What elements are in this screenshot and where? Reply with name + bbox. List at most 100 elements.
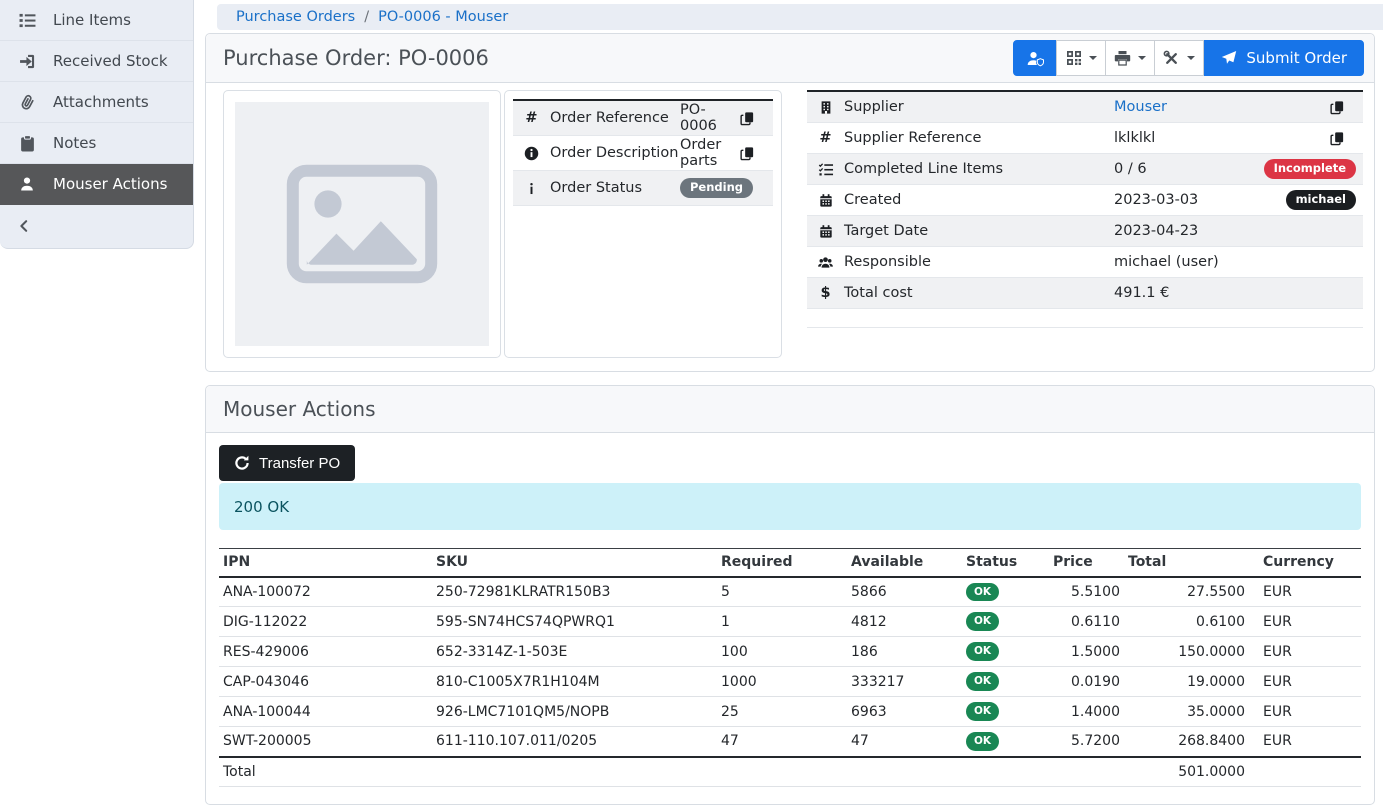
- copy-icon[interactable]: [1319, 131, 1356, 146]
- cell-required: 25: [717, 697, 847, 727]
- print-actions-button[interactable]: [1105, 40, 1155, 76]
- detail-label: Completed Line Items: [844, 161, 1114, 177]
- cell-price: 0.6110: [1049, 607, 1124, 637]
- qrcode-icon: [1066, 50, 1082, 66]
- detail-row-order-reference: # Order Reference PO-0006: [513, 101, 773, 136]
- cell-ipn: ANA-100044: [219, 697, 432, 727]
- supplier-link[interactable]: Mouser: [1114, 99, 1167, 115]
- user-icon: [16, 176, 38, 192]
- column-header-price: Price: [1049, 549, 1124, 577]
- building-icon: [807, 100, 844, 115]
- barcode-actions-button[interactable]: [1056, 40, 1106, 76]
- cell-price: 0.0190: [1049, 667, 1124, 697]
- chevron-down-icon: [1187, 56, 1195, 60]
- table-total-row: Total 501.0000: [219, 757, 1361, 787]
- cell-sku: 611-110.107.011/0205: [432, 727, 717, 757]
- status-alert-text: 200 OK: [234, 498, 289, 516]
- user-badge-michael: michael: [1286, 190, 1356, 210]
- cell-sku: 926-LMC7101QM5/NOPB: [432, 697, 717, 727]
- user-shield-icon: [1026, 50, 1045, 67]
- cell-total: 150.0000: [1124, 637, 1249, 667]
- detail-row-order-description: Order Description Order parts: [513, 136, 773, 171]
- cell-required: 47: [717, 727, 847, 757]
- cell-price: 5.7200: [1049, 727, 1124, 757]
- cell-required: 1000: [717, 667, 847, 697]
- sidebar-item-attachments[interactable]: Attachments: [0, 82, 193, 123]
- page-title: Purchase Order: PO-0006: [223, 46, 489, 70]
- detail-label: Supplier: [844, 99, 1114, 115]
- table-row: CAP-043046 810-C1005X7R1H104M 1000 33321…: [219, 667, 1361, 697]
- cell-currency: EUR: [1249, 697, 1361, 727]
- breadcrumb-link-purchase-orders[interactable]: Purchase Orders: [236, 9, 355, 25]
- purchase-order-card-header: Purchase Order: PO-0006: [206, 34, 1374, 83]
- submit-order-button[interactable]: Submit Order: [1204, 40, 1364, 76]
- total-label: Total: [219, 757, 432, 787]
- breadcrumb-link-current-order[interactable]: PO-0006 - Mouser: [378, 9, 508, 25]
- detail-label: Order Reference: [550, 110, 680, 126]
- clipboard-icon: [16, 135, 38, 152]
- copy-icon[interactable]: [729, 146, 766, 161]
- detail-row-order-status: Order Status Pending: [513, 171, 773, 206]
- table-row: SWT-200005 611-110.107.011/0205 47 47 OK…: [219, 727, 1361, 757]
- order-tools-button[interactable]: [1154, 40, 1204, 76]
- sidebar-collapse-button[interactable]: [0, 205, 193, 246]
- info-icon: [513, 181, 550, 196]
- sidebar: Line Items Received Stock Attachments No…: [0, 0, 194, 249]
- status-badge-ok: OK: [966, 732, 999, 751]
- cell-currency: EUR: [1249, 727, 1361, 757]
- column-header-currency: Currency: [1249, 549, 1361, 577]
- cell-total: 0.6100: [1124, 607, 1249, 637]
- copy-icon[interactable]: [729, 111, 766, 126]
- cell-ipn: RES-429006: [219, 637, 432, 667]
- sidebar-item-notes[interactable]: Notes: [0, 123, 193, 164]
- detail-row-created: Created 2023-03-03 michael: [807, 185, 1363, 216]
- detail-row-target-date: Target Date 2023-04-23: [807, 216, 1363, 247]
- supplier-details-table: Supplier Mouser # Supplier Reference lkl…: [807, 90, 1363, 328]
- detail-row-total-cost: $ Total cost 491.1 €: [807, 278, 1363, 309]
- admin-button[interactable]: [1013, 40, 1057, 76]
- hash-icon: #: [807, 130, 844, 146]
- sidebar-item-line-items[interactable]: Line Items: [0, 0, 193, 41]
- copy-icon[interactable]: [1319, 100, 1356, 115]
- cell-price: 5.5100: [1049, 577, 1124, 607]
- cell-total: 27.5500: [1124, 577, 1249, 607]
- order-image-placeholder[interactable]: [235, 102, 489, 346]
- tools-icon: [1163, 50, 1180, 67]
- detail-value: 2023-04-23: [1114, 223, 1363, 239]
- transfer-po-label: Transfer PO: [259, 455, 340, 472]
- status-badge-ok: OK: [966, 612, 999, 631]
- cell-ipn: SWT-200005: [219, 727, 432, 757]
- table-header-row: IPN SKU Required Available Status Price …: [219, 549, 1361, 577]
- cell-required: 100: [717, 637, 847, 667]
- column-header-available: Available: [847, 549, 962, 577]
- total-value: 501.0000: [1124, 757, 1249, 787]
- column-header-total: Total: [1124, 549, 1249, 577]
- detail-value: Order parts: [680, 137, 729, 169]
- cell-required: 1: [717, 607, 847, 637]
- detail-row-responsible: Responsible michael (user): [807, 247, 1363, 278]
- cell-currency: EUR: [1249, 667, 1361, 697]
- calendar-icon: [807, 224, 844, 239]
- column-header-ipn: IPN: [219, 549, 432, 577]
- cell-sku: 652-3314Z-1-503E: [432, 637, 717, 667]
- detail-label: Order Description: [550, 145, 680, 161]
- detail-row-completed-line-items: Completed Line Items 0 / 6 Incomplete: [807, 154, 1363, 185]
- sidebar-item-received-stock[interactable]: Received Stock: [0, 41, 193, 82]
- status-badge-ok: OK: [966, 583, 999, 602]
- image-icon: [286, 163, 438, 285]
- detail-value: lklklkl: [1114, 130, 1319, 146]
- sidebar-item-mouser-actions[interactable]: Mouser Actions: [0, 164, 193, 205]
- status-badge-ok: OK: [966, 702, 999, 721]
- submit-order-label: Submit Order: [1246, 49, 1347, 67]
- column-header-status: Status: [962, 549, 1049, 577]
- table-row: RES-429006 652-3314Z-1-503E 100 186 OK 1…: [219, 637, 1361, 667]
- status-badge-ok: OK: [966, 672, 999, 691]
- detail-label: Order Status: [550, 180, 680, 196]
- mouser-actions-panel: Mouser Actions Transfer PO 200 OK IPN SK…: [205, 385, 1375, 805]
- cell-total: 19.0000: [1124, 667, 1249, 697]
- cell-price: 1.5000: [1049, 637, 1124, 667]
- cell-sku: 250-72981KLRATR150B3: [432, 577, 717, 607]
- detail-row-supplier-reference: # Supplier Reference lklklkl: [807, 123, 1363, 154]
- transfer-po-button[interactable]: Transfer PO: [219, 445, 355, 481]
- status-alert: 200 OK: [219, 483, 1361, 530]
